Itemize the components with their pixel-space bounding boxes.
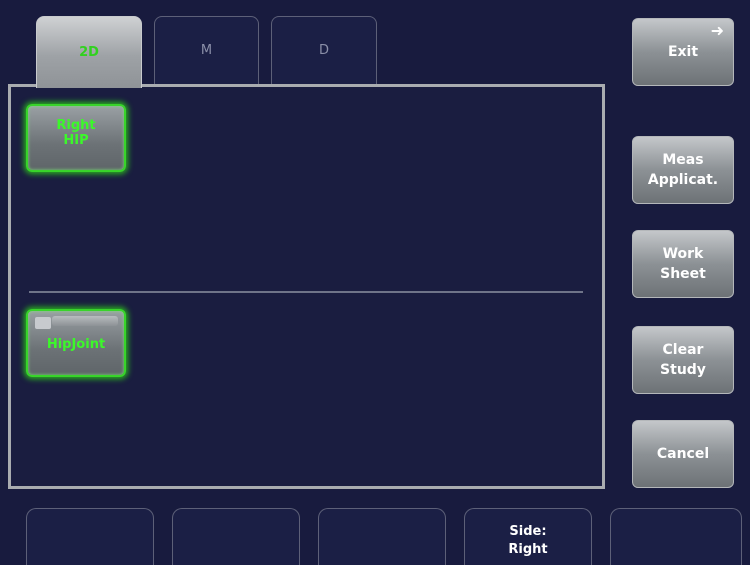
clear-study-button[interactable]: Clear Study xyxy=(632,326,734,394)
work-sheet-label: Work Sheet xyxy=(660,246,706,282)
tab-2d[interactable]: 2D xyxy=(36,16,142,88)
tab-m[interactable]: M xyxy=(154,16,259,84)
button-top-strip xyxy=(52,316,118,326)
measurement-panel: Right HIP HipJoint xyxy=(8,84,605,489)
exit-label: Exit xyxy=(667,44,699,60)
indicator-square xyxy=(35,317,51,329)
right-hip-label: Right HIP xyxy=(56,118,96,148)
clear-study-label: Clear Study xyxy=(660,342,706,378)
meas-applicat-label: Meas Applicat. xyxy=(647,152,719,188)
arrow-right-icon: ➜ xyxy=(710,21,724,40)
soft-key-3[interactable] xyxy=(318,508,446,565)
soft-key-2[interactable] xyxy=(172,508,300,565)
meas-applicat-button[interactable]: Meas Applicat. xyxy=(632,136,734,204)
hipjoint-button[interactable]: HipJoint xyxy=(26,309,126,377)
hipjoint-label: HipJoint xyxy=(46,337,106,352)
cancel-label: Cancel xyxy=(656,446,710,462)
soft-key-5[interactable] xyxy=(610,508,742,565)
right-hip-button[interactable]: Right HIP xyxy=(26,104,126,172)
cancel-button[interactable]: Cancel xyxy=(632,420,734,488)
tab-d[interactable]: D xyxy=(271,16,377,84)
work-sheet-button[interactable]: Work Sheet xyxy=(632,230,734,298)
ultrasound-measurement-screen: 2D M D Right HIP HipJoint ➜ Exit Meas Ap… xyxy=(0,0,750,565)
soft-key-1[interactable] xyxy=(26,508,154,565)
side-select-key[interactable]: Side: Right xyxy=(464,508,592,565)
panel-divider xyxy=(29,291,583,293)
exit-button[interactable]: ➜ Exit xyxy=(632,18,734,86)
